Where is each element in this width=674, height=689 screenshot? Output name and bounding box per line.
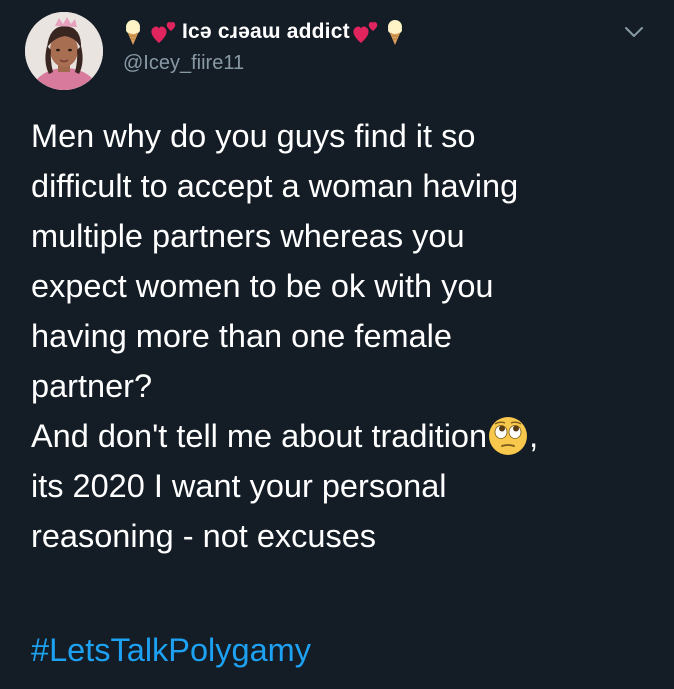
tweet-line: reasoning - not excuses (31, 518, 377, 554)
tweet-line: multiple partners whereas you (31, 218, 465, 254)
tweet-line-with-emoji: And don't tell me about tradition , (31, 411, 661, 461)
tweet-line-text: , (529, 418, 539, 454)
hearts-icon (151, 21, 176, 43)
user-handle[interactable]: @Icey_fiire11 (123, 50, 244, 76)
tweet-line: partner? (31, 368, 153, 404)
display-name: Icə cɹəaɯ addict (182, 20, 350, 43)
tweet-card: Icə cɹəaɯ addict @Icey_fiire11 Men why d… (0, 0, 674, 689)
hearts-icon (353, 21, 378, 43)
ice-cream-icon (126, 20, 140, 45)
avatar-image (25, 12, 103, 90)
tweet-line: expect women to be ok with you (31, 268, 494, 304)
tweet-line: difficult to accept a woman having (31, 168, 519, 204)
ice-cream-icon (387, 20, 402, 45)
tweet-line: its 2020 I want your personal (31, 468, 447, 504)
tweet-text: Men why do you guys find it so difficult… (31, 111, 661, 561)
eye-roll-emoji-icon (489, 417, 528, 455)
tweet-line: Men why do you guys find it so (31, 118, 476, 154)
tweet-line: having more than one female (31, 318, 452, 354)
tweet-line-text: And don't tell me about tradition (31, 418, 488, 454)
hashtag-link[interactable]: #LetsTalkPolygamy (31, 625, 311, 675)
avatar[interactable] (25, 12, 103, 90)
display-name-row[interactable]: Icə cɹəaɯ addict (122, 15, 410, 49)
chevron-down-icon[interactable] (622, 24, 646, 40)
